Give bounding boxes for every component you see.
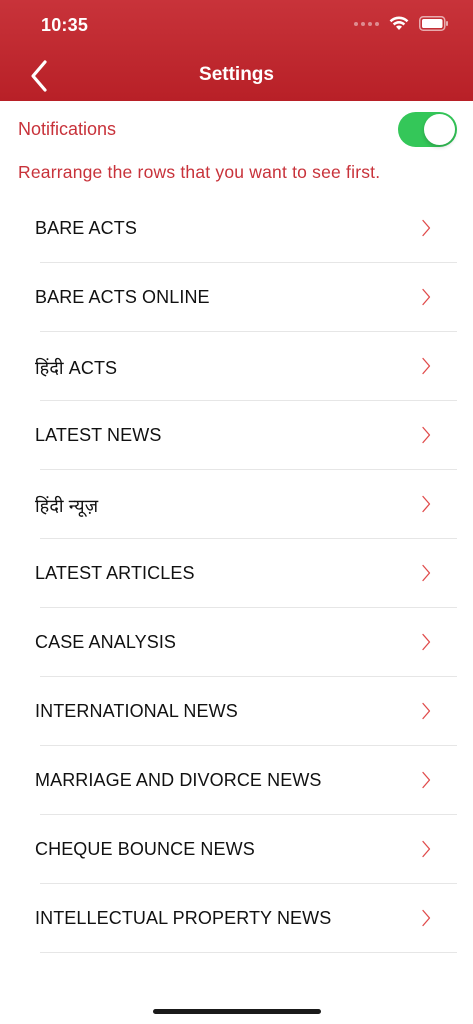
cellular-signal-icon <box>354 21 379 26</box>
chevron-right-icon <box>422 288 431 306</box>
list-item[interactable]: INTERNATIONAL NEWS <box>0 677 473 746</box>
notifications-toggle[interactable] <box>398 112 457 147</box>
chevron-right-icon <box>422 219 431 237</box>
chevron-right-icon <box>422 909 431 927</box>
list-item[interactable]: हिंदी ACTS <box>0 332 473 401</box>
list-item-label: INTELLECTUAL PROPERTY NEWS <box>35 908 332 928</box>
chevron-right-icon <box>422 495 431 513</box>
divider <box>40 952 457 953</box>
notifications-row: Notifications <box>0 101 473 157</box>
list-item-label: BARE ACTS <box>35 218 137 238</box>
status-time: 10:35 <box>41 15 89 35</box>
list-item-label: हिंदी ACTS <box>35 358 118 378</box>
bottom-safe-area <box>0 990 473 1024</box>
chevron-right-icon <box>422 840 431 858</box>
chevron-right-icon <box>422 426 431 444</box>
notifications-label: Notifications <box>18 119 117 139</box>
rearrange-hint: Rearrange the rows that you want to see … <box>18 162 381 182</box>
list-item[interactable]: CASE ANALYSIS <box>0 608 473 677</box>
list-item-label: CHEQUE BOUNCE NEWS <box>35 839 255 859</box>
list-item[interactable]: हिंदी न्यूज़ <box>0 470 473 539</box>
list-item-label: हिंदी न्यूज़ <box>35 496 99 516</box>
list-item-label: INTERNATIONAL NEWS <box>35 701 238 721</box>
list-item[interactable]: BARE ACTS <box>0 194 473 263</box>
status-icons <box>354 16 449 31</box>
list-item-label: BARE ACTS ONLINE <box>35 287 210 307</box>
list-item[interactable]: CHEQUE BOUNCE NEWS <box>0 815 473 884</box>
list-item[interactable]: INTELLECTUAL PROPERTY NEWS <box>0 884 473 953</box>
home-indicator[interactable] <box>153 1009 321 1014</box>
list-item[interactable]: LATEST ARTICLES <box>0 539 473 608</box>
list-item-label: LATEST ARTICLES <box>35 563 195 583</box>
list-item[interactable]: BARE ACTS ONLINE <box>0 263 473 332</box>
list-item[interactable]: MARRIAGE AND DIVORCE NEWS <box>0 746 473 815</box>
settings-screen: 10:35 Settings Notifications Rearrange t… <box>0 0 473 1024</box>
wifi-icon <box>389 16 409 31</box>
toggle-knob <box>424 114 455 145</box>
chevron-right-icon <box>422 564 431 582</box>
chevron-right-icon <box>422 357 431 375</box>
list-item-label: CASE ANALYSIS <box>35 632 177 652</box>
list-item[interactable]: LATEST NEWS <box>0 401 473 470</box>
list-item-label: LATEST NEWS <box>35 425 162 445</box>
sections-list: BARE ACTS BARE ACTS ONLINE हिंदी ACTS LA… <box>0 194 473 953</box>
battery-icon <box>419 16 449 31</box>
page-title: Settings <box>199 64 274 85</box>
list-item-label: MARRIAGE AND DIVORCE NEWS <box>35 770 322 790</box>
chevron-right-icon <box>422 702 431 720</box>
nav-header: 10:35 Settings <box>0 0 473 101</box>
chevron-right-icon <box>422 633 431 651</box>
chevron-right-icon <box>422 771 431 789</box>
